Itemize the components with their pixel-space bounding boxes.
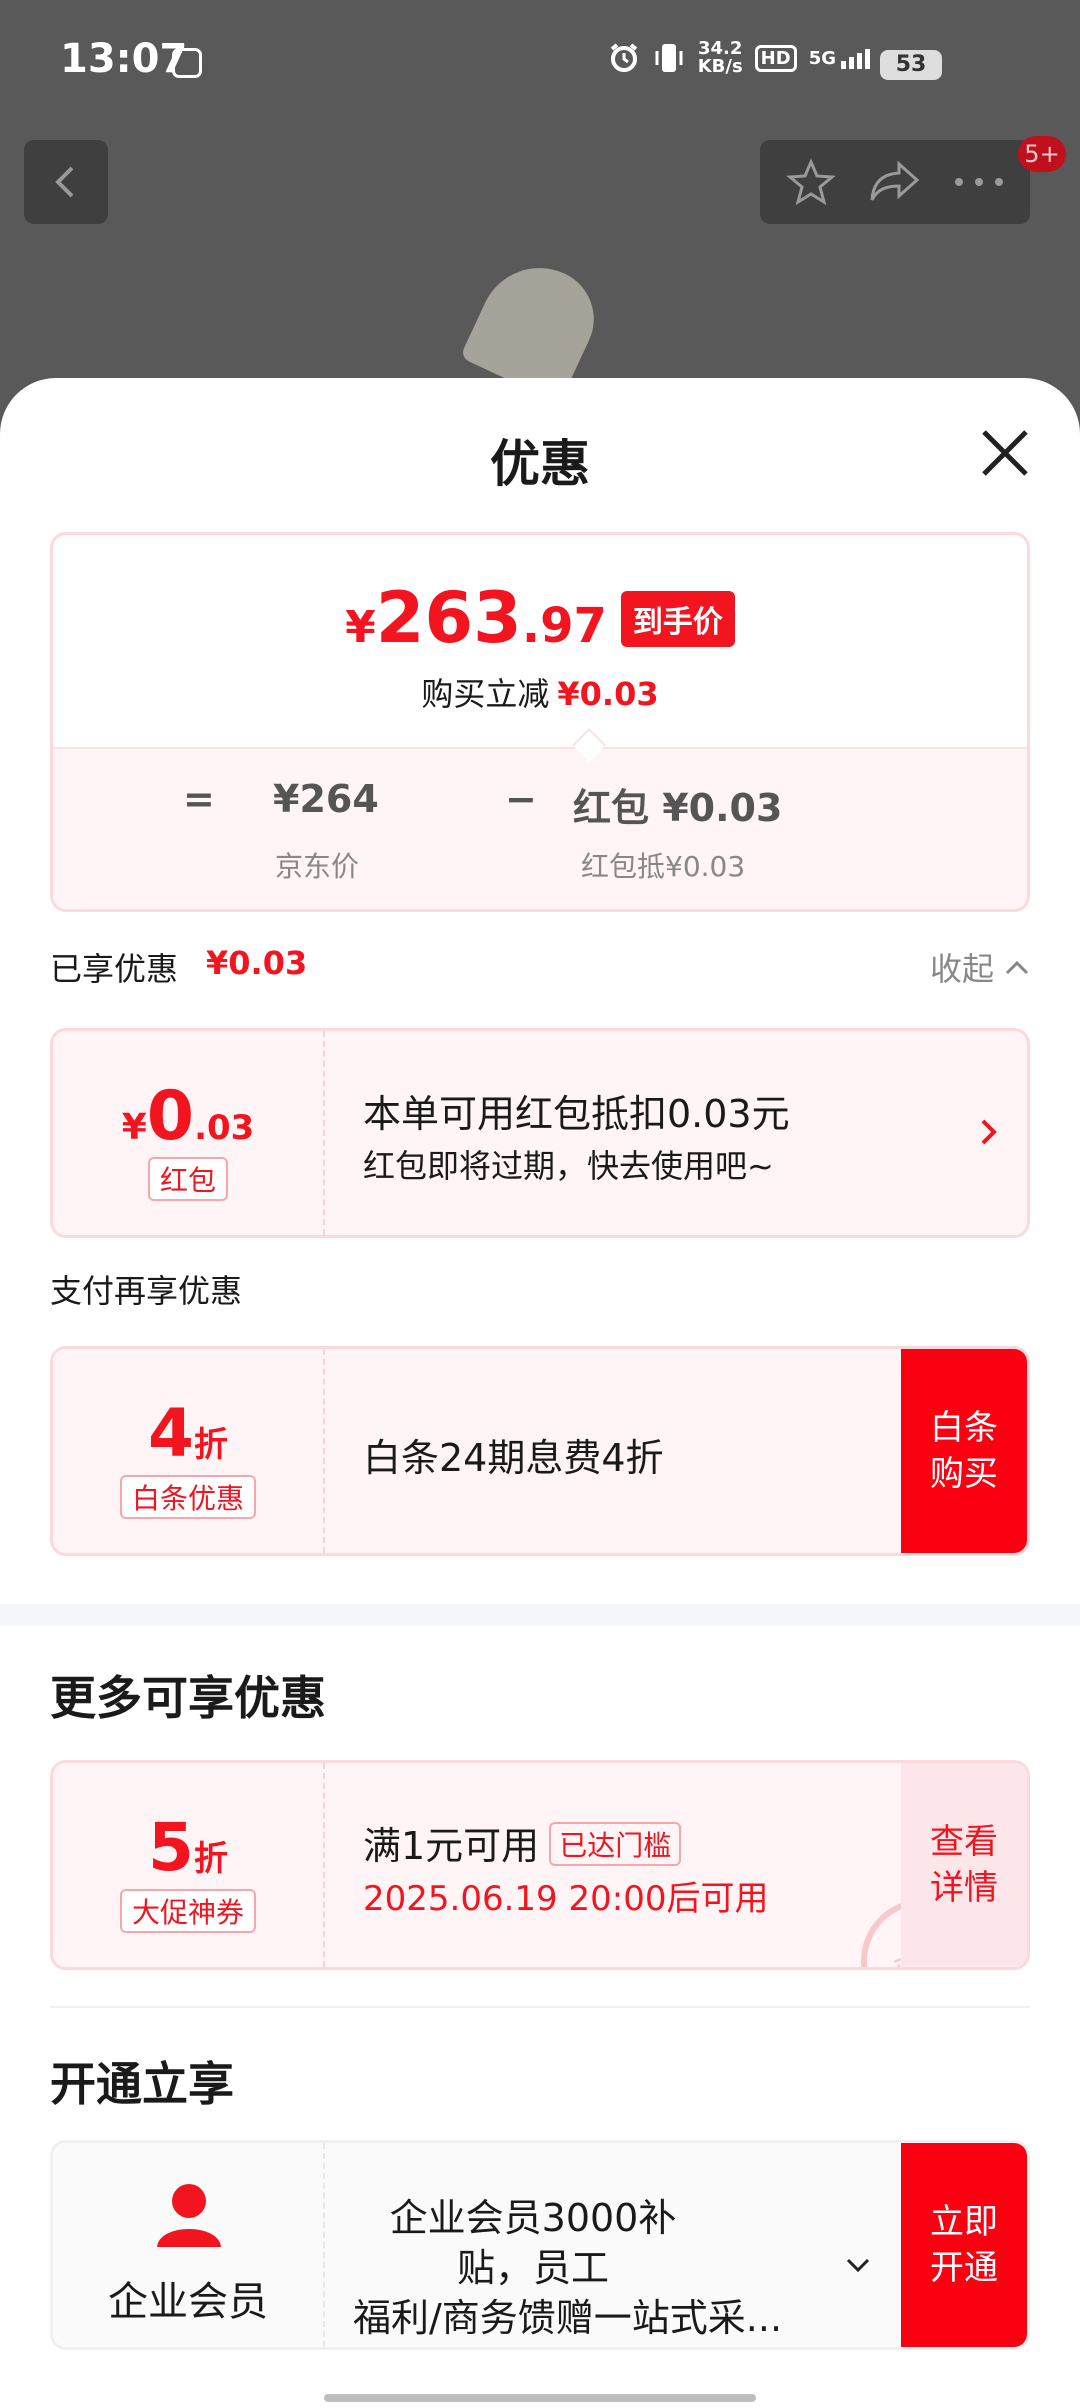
vibrate-icon [655,44,683,72]
battery-icon: 53 [880,50,942,80]
baitiao-title: 白条24期息费4折 [363,1436,664,1480]
red-packet-amount: 红包 ¥0.03 [573,786,783,830]
product-top-bar: 5+ [0,136,1080,230]
section-divider [0,1604,1080,1626]
chevron-down-icon[interactable] [845,2257,871,2275]
red-packet-coupon[interactable]: ¥0.03 红包 本单可用红包抵扣0.03元 红包即将过期，快去使用吧~ [50,1028,1030,1238]
chevron-left-icon [55,166,74,198]
promo-title: 满1元可用 已达门槛 [363,1815,682,1870]
notification-icon [172,48,202,78]
promo-coupon: 5折 大促神券 满1元可用已达门槛 2025.06.19 20:00后可用 已领… [50,1760,1030,1970]
baitiao-discount: 4折 [148,1395,228,1472]
enterprise-member-card: 企业会员 企业会员3000补贴，员工 福利/商务馈赠一站式采... 立即开通 [50,2140,1030,2350]
promo-valid-time: 2025.06.19 20:00后可用 [363,1879,769,1919]
back-button[interactable] [24,140,108,224]
baitiao-buy-button[interactable]: 白条购买 [901,1349,1027,1553]
baitiao-tag: 白条优惠 [119,1475,257,1519]
red-packet-subtitle: 红包即将过期，快去使用吧~ [363,1147,774,1185]
collapse-button[interactable]: 收起 [930,944,1030,990]
baitiao-coupon: 4折 白条优惠 白条24期息费4折 白条购买 [50,1346,1030,1556]
promo-discount: 5折 [148,1809,228,1886]
member-description: 企业会员3000补贴，员工 福利/商务馈赠一站式采... [353,2196,783,2340]
instant-reduction: 购买立减 ¥0.03 [421,675,659,713]
pay-discount-heading: 支付再享优惠 [50,1272,243,1310]
network-speed: 34.2 KB/s [697,38,743,77]
enjoyed-discounts-row: 已享优惠 ¥0.03 收起 [50,944,1030,994]
jd-price: ¥264 [273,777,379,821]
status-bar: 13:07 34.2 KB/s HD 5G 53 [0,0,1080,125]
red-packet-value: ¥0.03 [121,1077,255,1156]
more-discounts-heading: 更多可享优惠 [50,1671,326,1725]
chevron-up-icon [1005,960,1029,975]
red-packet-tag: 红包 [147,1157,229,1201]
status-time: 13:07 [60,36,188,82]
close-icon[interactable] [978,426,1032,480]
favorite-star-icon[interactable] [785,156,837,208]
alarm-icon [610,43,637,72]
hd-icon: HD [754,44,797,72]
message-badge: 5+ [1018,136,1066,172]
status-icons: 34.2 KB/s HD 5G [608,40,870,76]
final-price: ¥263.97 到手价 [53,577,1027,659]
share-icon[interactable] [867,156,923,208]
member-label: 企业会员 [108,2279,268,2325]
sheet-title: 优惠 [490,435,590,493]
user-icon [157,2184,221,2247]
price-summary-card: ¥263.97 到手价 购买立减 ¥0.03 = ¥264 − 红包 ¥0.03 … [50,532,1030,912]
more-icon[interactable] [953,176,1005,188]
red-packet-title: 本单可用红包抵扣0.03元 [363,1092,790,1136]
chevron-right-icon [981,1119,997,1145]
threshold-reached-tag: 已达门槛 [549,1822,682,1866]
home-indicator [324,2394,756,2402]
signal-icon: 5G [809,48,870,69]
final-price-area: ¥263.97 到手价 购买立减 ¥0.03 [53,535,1027,747]
final-price-tag: 到手价 [620,591,735,647]
top-actions [760,140,1030,224]
promo-tag: 大促神券 [119,1889,257,1933]
discount-sheet: 优惠 ¥263.97 到手价 购买立减 ¥0.03 = ¥264 − 红包 ¥0.… [0,378,1080,2408]
open-benefits-heading: 开通立享 [50,2057,234,2111]
price-breakdown: = ¥264 − 红包 ¥0.03 京东价 红包抵¥0.03 [53,747,1027,909]
view-details-button[interactable]: 查看详情 [901,1763,1027,1967]
activate-now-button[interactable]: 立即开通 [901,2143,1027,2347]
